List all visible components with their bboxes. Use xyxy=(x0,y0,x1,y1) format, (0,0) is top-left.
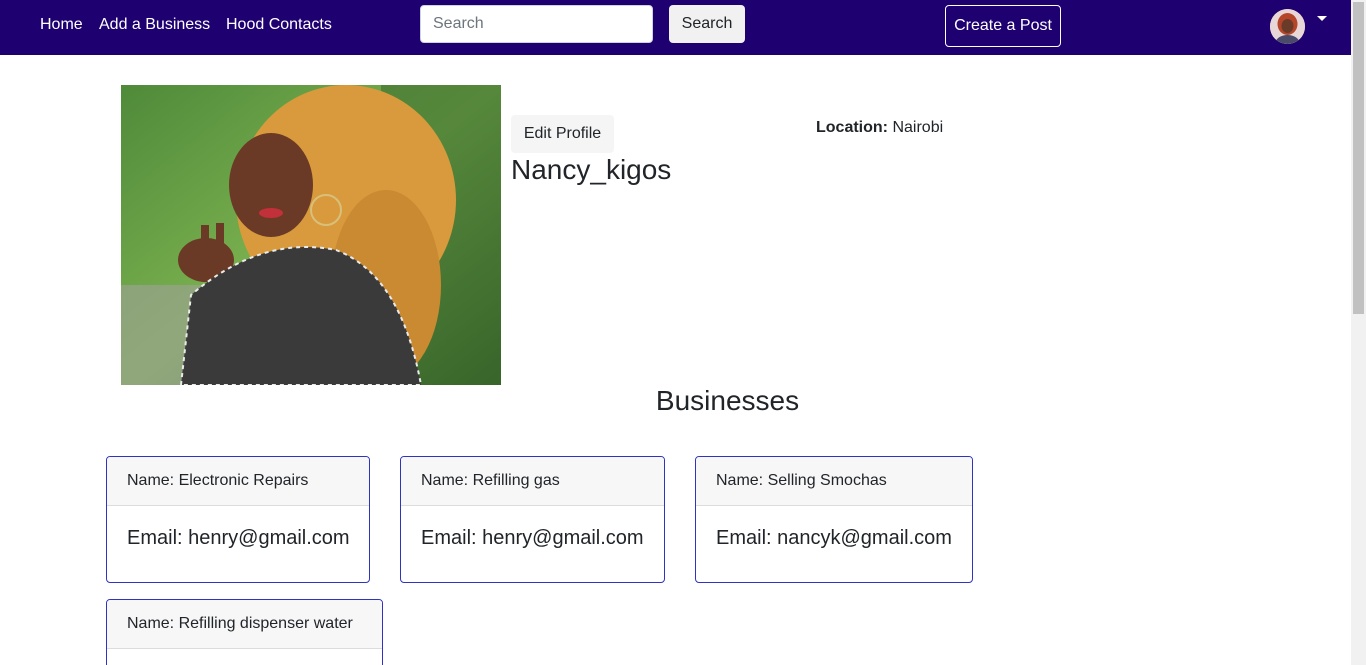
scrollbar-thumb[interactable] xyxy=(1353,2,1364,314)
top-navbar: Home Add a Business Hood Contacts Search… xyxy=(0,0,1351,55)
profile-dropdown-caret-icon[interactable] xyxy=(1317,16,1327,21)
business-card[interactable]: Name: Electronic Repairs Email: henry@gm… xyxy=(106,456,370,583)
business-name: Name: Selling Smochas xyxy=(696,457,972,506)
profile-username: Nancy_kigos xyxy=(511,154,672,185)
search-input[interactable] xyxy=(420,5,653,43)
business-card[interactable]: Name: Refilling gas Email: henry@gmail.c… xyxy=(400,456,665,583)
create-post-button[interactable]: Create a Post xyxy=(945,5,1061,47)
user-avatar[interactable] xyxy=(1270,9,1305,44)
business-email: Email: nancyk@gmail.com xyxy=(716,527,952,549)
business-email: Email: henry@gmail.com xyxy=(421,527,644,549)
business-name: Name: Electronic Repairs xyxy=(107,457,369,506)
business-card[interactable]: Name: Selling Smochas Email: nancyk@gmai… xyxy=(695,456,973,583)
business-name: Name: Refilling gas xyxy=(401,457,664,506)
edit-profile-button[interactable]: Edit Profile xyxy=(511,115,614,153)
business-email: Email: henry@gmail.com xyxy=(127,527,350,549)
business-card[interactable]: Name: Refilling dispenser water xyxy=(106,599,383,665)
business-email xyxy=(107,649,382,665)
search-button[interactable]: Search xyxy=(669,5,745,43)
location-value: Nairobi xyxy=(892,119,944,136)
page-scrollbar[interactable] xyxy=(1351,0,1366,665)
location-label: Location: xyxy=(816,119,888,136)
profile-photo xyxy=(121,85,501,385)
profile-location: Location: Nairobi xyxy=(816,118,943,138)
business-name: Name: Refilling dispenser water xyxy=(107,600,382,649)
businesses-title: Businesses xyxy=(655,385,800,416)
nav-home-link[interactable]: Home xyxy=(40,15,83,35)
nav-add-business-link[interactable]: Add a Business xyxy=(99,15,210,35)
nav-hood-contacts-link[interactable]: Hood Contacts xyxy=(226,15,332,35)
